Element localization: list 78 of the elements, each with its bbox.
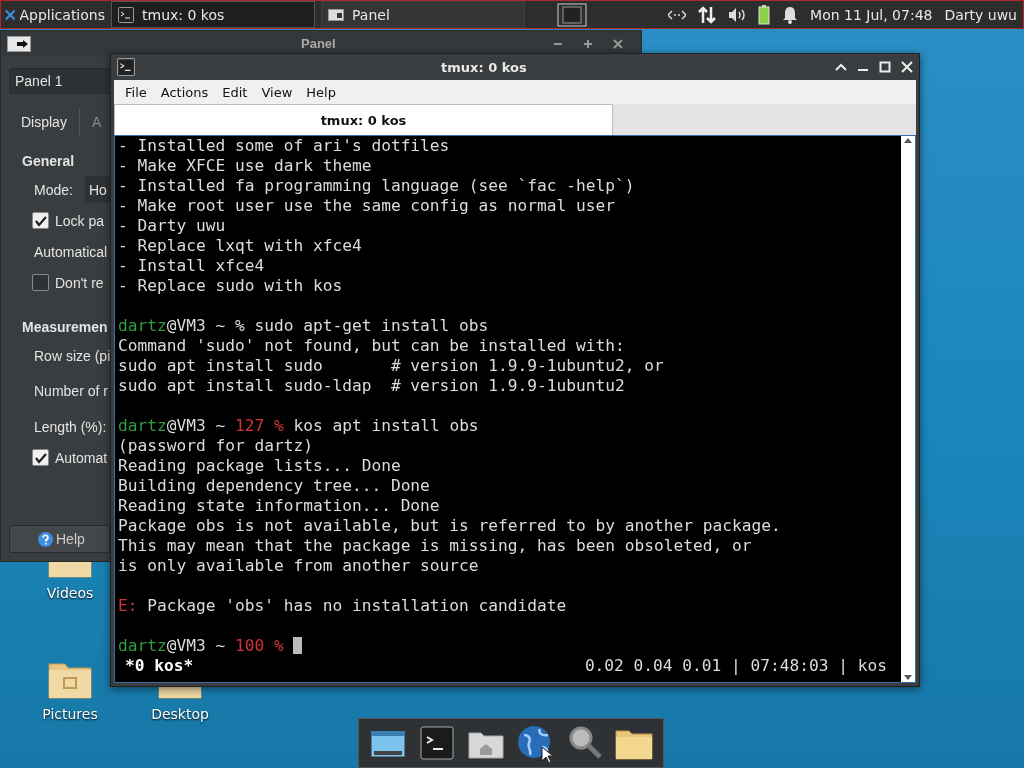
caret-down-icon[interactable] bbox=[903, 674, 913, 682]
window-icon bbox=[328, 8, 344, 21]
volume-icon[interactable] bbox=[728, 6, 747, 23]
terminal-line: - Replace lxqt with xfce4 bbox=[118, 236, 363, 256]
help-button[interactable]: Help bbox=[9, 525, 110, 553]
checkbox[interactable] bbox=[32, 274, 49, 291]
window-icon bbox=[7, 35, 31, 52]
bell-icon[interactable] bbox=[782, 5, 799, 24]
mode-select[interactable]: Ho bbox=[84, 176, 111, 203]
desktop-icon-label[interactable]: Pictures bbox=[42, 706, 98, 722]
caret-up-icon[interactable] bbox=[835, 62, 847, 72]
terminal-line: is only available from another source bbox=[118, 556, 480, 576]
terminal-icon bbox=[117, 58, 135, 76]
terminal-line: E: Package 'obs' has no installation candidate bbox=[118, 595, 568, 616]
section-heading: General bbox=[22, 152, 75, 171]
terminal-line: Package obs is not available, but is referred to by another package. bbox=[118, 516, 782, 536]
terminal-line: dartz@VM3 ~ 127 % kos apt install obs bbox=[118, 415, 480, 436]
check-icon bbox=[34, 214, 47, 227]
globe-icon[interactable] bbox=[515, 723, 556, 763]
applications-menu[interactable]: Applications bbox=[1, 6, 111, 23]
taskbar-button[interactable]: Panel bbox=[321, 1, 525, 28]
user-name[interactable]: Darty uwu bbox=[944, 6, 1017, 23]
help-icon bbox=[38, 531, 53, 547]
terminal-line: - Make XFCE use dark theme bbox=[118, 156, 373, 176]
checkbox-label: Automat bbox=[55, 449, 108, 466]
taskbar-button[interactable]: tmux: 0 kos bbox=[111, 1, 315, 28]
terminal-icon[interactable] bbox=[417, 723, 457, 763]
menu-item[interactable]: View bbox=[254, 84, 300, 100]
panel-select[interactable]: Panel 1 bbox=[9, 68, 111, 94]
workspace-icon[interactable] bbox=[557, 2, 587, 27]
terminal-line: Reading package lists... Done bbox=[118, 456, 402, 476]
menu-item[interactable]: Edit bbox=[215, 84, 255, 100]
terminal-icon bbox=[118, 6, 134, 23]
field-label: Automatical bbox=[34, 243, 108, 260]
scrollbar[interactable] bbox=[901, 136, 915, 682]
network-icon[interactable] bbox=[668, 8, 687, 21]
terminal-line: This may mean that the package is missing, has been obsoleted, or bbox=[118, 536, 753, 556]
terminal-line: Command 'sudo' not found, but can be installed with: bbox=[118, 336, 626, 356]
desktop-icon-label[interactable]: Videos bbox=[46, 585, 94, 601]
terminal-line: - Darty uwu bbox=[118, 216, 227, 236]
terminal-line: sudo apt install sudo-ldap # version 1.9.9-1ubuntu2 bbox=[118, 376, 626, 396]
terminal-line: - Install xfce4 bbox=[118, 256, 266, 276]
terminal-line: dartz@VM3 ~ 100 % bbox=[118, 616, 901, 656]
terminal-line: - Installed fa programming language (see `fac -help`) bbox=[118, 176, 636, 196]
battery-icon[interactable] bbox=[758, 4, 771, 25]
checkbox-label: Lock pa bbox=[55, 212, 105, 229]
terminal-line: sudo apt install sudo # version 1.9.9-1ubuntu2, or bbox=[118, 356, 665, 376]
terminal-line: (password for dartz) bbox=[118, 436, 314, 456]
terminal-line: - Replace sudo with kos bbox=[118, 276, 344, 296]
tmux-window-label: *0 kos* bbox=[124, 656, 194, 676]
tab[interactable]: Display bbox=[9, 108, 80, 136]
field-label: Length (%): bbox=[34, 418, 107, 435]
window-title: tmux: 0 kos bbox=[441, 59, 527, 75]
terminal-line: Building dependency tree... Done bbox=[118, 476, 431, 496]
terminal-line: - Installed some of ari's dotfiles bbox=[118, 136, 451, 156]
checkbox[interactable] bbox=[32, 449, 49, 466]
menu-item[interactable]: Actions bbox=[153, 84, 216, 100]
checkbox[interactable] bbox=[32, 212, 49, 229]
menu-item[interactable]: Help bbox=[299, 84, 343, 100]
field-label: Mode: bbox=[34, 181, 73, 198]
field-label: Row size (pi bbox=[34, 347, 111, 364]
menu-item[interactable]: File bbox=[118, 84, 154, 100]
checkbox-label: Don't re bbox=[55, 274, 104, 291]
section-heading: Measuremen bbox=[22, 318, 108, 337]
transfer-icon[interactable] bbox=[698, 5, 717, 24]
close-icon[interactable] bbox=[613, 38, 623, 49]
xfce-logo-icon bbox=[5, 7, 16, 22]
desktop-icon-label[interactable]: Desktop bbox=[151, 706, 209, 722]
field-label: Number of r bbox=[34, 383, 108, 399]
clock[interactable]: Mon 11 Jul, 07:48 bbox=[810, 6, 933, 23]
terminal-line: dartz@VM3 ~ % sudo apt-get install obs bbox=[118, 315, 490, 336]
maximize-icon[interactable] bbox=[583, 38, 593, 49]
tmux-status: 0.02 0.04 0.01 | 07:48:03 | kos bbox=[584, 656, 888, 676]
window-title: Panel bbox=[301, 36, 336, 51]
terminal-line: - Make root user use the same config as normal user bbox=[118, 196, 617, 216]
check-icon bbox=[34, 451, 47, 464]
terminal-line: Reading state information... Done bbox=[118, 496, 441, 516]
terminal-tab[interactable]: tmux: 0 kos bbox=[114, 104, 613, 135]
